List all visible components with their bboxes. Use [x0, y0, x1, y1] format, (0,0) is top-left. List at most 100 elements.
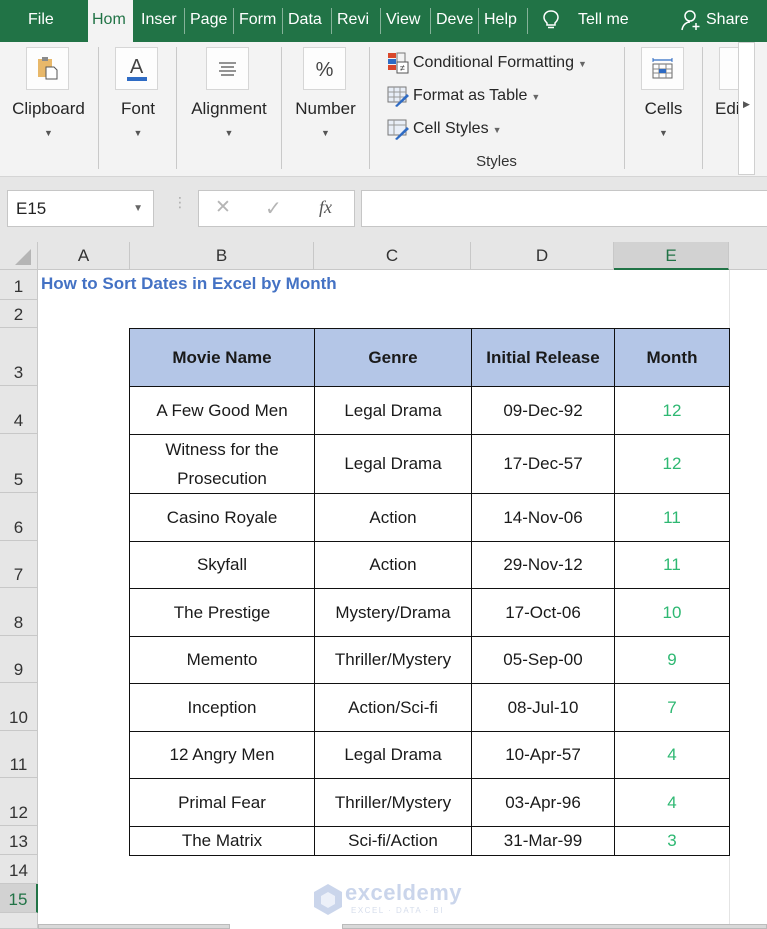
row-header-1[interactable]: 1	[0, 270, 38, 300]
column-header-d[interactable]: D	[471, 242, 614, 270]
cells-group[interactable]: Cells ▼	[625, 42, 702, 177]
row-header-6[interactable]: 6	[0, 493, 38, 541]
movie-name-cell[interactable]: The Prestige	[129, 588, 315, 637]
tab-help[interactable]: Help	[484, 0, 524, 42]
row-header-15[interactable]: 15	[0, 884, 38, 913]
tab-data[interactable]: Data	[288, 0, 326, 42]
formula-bar-grip[interactable]: ⋮	[173, 195, 187, 209]
tab-view[interactable]: View	[386, 0, 426, 42]
movie-name-cell[interactable]: Inception	[129, 683, 315, 732]
header-genre[interactable]: Genre	[314, 328, 472, 387]
row-header-16[interactable]	[0, 913, 38, 929]
tell-me-search[interactable]: Tell me	[542, 0, 652, 42]
row-header-13[interactable]: 13	[0, 826, 38, 855]
column-header-c[interactable]: C	[314, 242, 471, 270]
month-cell[interactable]: 3	[614, 826, 730, 856]
tab-home[interactable]: Hom	[88, 0, 133, 42]
enter-icon[interactable]: ✓	[265, 196, 282, 221]
row-header-9[interactable]: 9	[0, 636, 38, 683]
row-header-12[interactable]: 12	[0, 778, 38, 826]
horizontal-scrollbar[interactable]	[342, 924, 767, 929]
clipboard-group[interactable]: Clipboard ▼	[0, 42, 97, 177]
tab-developer[interactable]: Deve	[436, 0, 476, 42]
genre-cell[interactable]: Action	[314, 493, 472, 542]
name-box[interactable]: E15 ▼	[7, 190, 154, 227]
release-cell[interactable]: 17-Oct-06	[471, 588, 615, 637]
tab-file[interactable]: File	[28, 0, 68, 42]
conditional-formatting-button[interactable]: ≠ Conditional Formatting ▼	[387, 50, 587, 76]
insert-function-icon[interactable]: fx	[319, 197, 332, 218]
cells-button[interactable]	[641, 47, 684, 90]
number-group[interactable]: % Number ▼	[282, 42, 369, 177]
number-button[interactable]: %	[303, 47, 346, 90]
column-header-f[interactable]	[729, 242, 767, 270]
column-header-b[interactable]: B	[130, 242, 314, 270]
genre-cell[interactable]: Legal Drama	[314, 731, 472, 779]
row-header-2[interactable]: 2	[0, 300, 38, 328]
genre-cell[interactable]: Thriller/Mystery	[314, 778, 472, 827]
select-all-button[interactable]	[0, 242, 38, 270]
month-cell[interactable]: 4	[614, 778, 730, 827]
row-header-3[interactable]: 3	[0, 328, 38, 386]
release-cell[interactable]: 10-Apr-57	[471, 731, 615, 779]
chevron-down-icon[interactable]: ▼	[133, 191, 143, 226]
row-header-7[interactable]: 7	[0, 541, 38, 588]
month-cell[interactable]: 10	[614, 588, 730, 637]
release-cell[interactable]: 31-Mar-99	[471, 826, 615, 856]
tab-formulas[interactable]: Form	[239, 0, 277, 42]
cancel-icon[interactable]: ✕	[215, 196, 231, 219]
tab-review[interactable]: Revi	[337, 0, 377, 42]
release-cell[interactable]: 29-Nov-12	[471, 541, 615, 589]
movie-name-cell[interactable]: 12 Angry Men	[129, 731, 315, 779]
header-initial-release[interactable]: Initial Release	[471, 328, 615, 387]
movie-name-cell[interactable]: Casino Royale	[129, 493, 315, 542]
movie-name-cell[interactable]: The Matrix	[129, 826, 315, 856]
row-header-11[interactable]: 11	[0, 731, 38, 778]
clipboard-button[interactable]	[26, 47, 69, 90]
month-cell[interactable]: 12	[614, 386, 730, 435]
release-cell[interactable]: 08-Jul-10	[471, 683, 615, 732]
movie-name-cell[interactable]: A Few Good Men	[129, 386, 315, 435]
movie-name-cell[interactable]: Memento	[129, 636, 315, 684]
movie-name-cell[interactable]: Witness for the Prosecution	[129, 434, 315, 494]
alignment-group[interactable]: Alignment ▼	[177, 42, 281, 177]
header-movie-name[interactable]: Movie Name	[129, 328, 315, 387]
column-header-e[interactable]: E	[614, 242, 729, 270]
row-header-4[interactable]: 4	[0, 386, 38, 434]
movie-name-cell[interactable]: Skyfall	[129, 541, 315, 589]
month-cell[interactable]: 7	[614, 683, 730, 732]
row-header-10[interactable]: 10	[0, 683, 38, 731]
row-header-14[interactable]: 14	[0, 855, 38, 884]
column-header-a[interactable]: A	[38, 242, 130, 270]
genre-cell[interactable]: Legal Drama	[314, 434, 472, 494]
month-cell[interactable]: 9	[614, 636, 730, 684]
month-cell[interactable]: 4	[614, 731, 730, 779]
share-button[interactable]: Share	[680, 0, 765, 42]
genre-cell[interactable]: Sci-fi/Action	[314, 826, 472, 856]
tab-insert[interactable]: Inser	[141, 0, 179, 42]
row-header-5[interactable]: 5	[0, 434, 38, 493]
cell-styles-button[interactable]: Cell Styles ▼	[387, 116, 502, 142]
genre-cell[interactable]: Action	[314, 541, 472, 589]
month-cell[interactable]: 12	[614, 434, 730, 494]
release-cell[interactable]: 14-Nov-06	[471, 493, 615, 542]
row-header-8[interactable]: 8	[0, 588, 38, 636]
genre-cell[interactable]: Mystery/Drama	[314, 588, 472, 637]
genre-cell[interactable]: Legal Drama	[314, 386, 472, 435]
genre-cell[interactable]: Thriller/Mystery	[314, 636, 472, 684]
release-cell[interactable]: 03-Apr-96	[471, 778, 615, 827]
month-cell[interactable]: 11	[614, 541, 730, 589]
release-cell[interactable]: 17-Dec-57	[471, 434, 615, 494]
font-group[interactable]: A Font ▼	[99, 42, 177, 177]
tab-page-layout[interactable]: Page	[190, 0, 228, 42]
sheet-title[interactable]: How to Sort Dates in Excel by Month	[41, 274, 337, 294]
release-cell[interactable]: 09-Dec-92	[471, 386, 615, 435]
ribbon-scroll-right[interactable]: ▶	[738, 42, 755, 175]
header-month[interactable]: Month	[614, 328, 730, 387]
genre-cell[interactable]: Action/Sci-fi	[314, 683, 472, 732]
month-cell[interactable]: 11	[614, 493, 730, 542]
release-cell[interactable]: 05-Sep-00	[471, 636, 615, 684]
formula-input[interactable]	[361, 190, 767, 227]
sheet-tabs-area[interactable]	[38, 924, 230, 929]
font-button[interactable]: A	[115, 47, 158, 90]
